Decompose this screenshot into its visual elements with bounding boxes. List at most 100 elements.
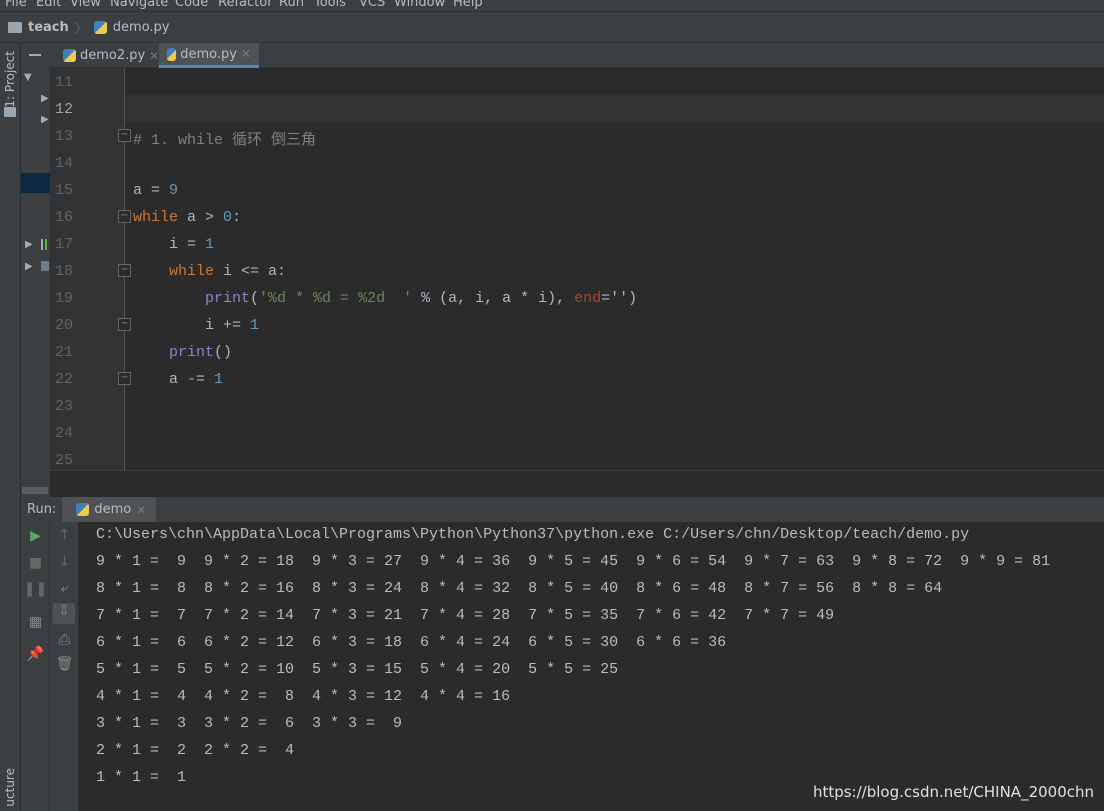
close-tab-icon[interactable]: ✕	[149, 49, 159, 63]
console-icon	[41, 261, 49, 271]
tab-demo[interactable]: demo.py ✕	[159, 43, 259, 68]
line-number: 12	[55, 101, 74, 118]
tree-expand-icon[interactable]: ▶	[41, 114, 49, 125]
breadcrumb: teach 〉 demo.py	[0, 11, 1104, 43]
code-editor[interactable]: 11 12 13 14 15 16 17 18 19 20 21 22 23 24 25 − − − − −…	[50, 68, 1104, 470]
menu-run[interactable]: Run	[279, 0, 304, 10]
line-number: 16	[55, 209, 74, 226]
menu-edit[interactable]: Edit	[36, 0, 61, 10]
line-number: 25	[55, 452, 74, 469]
fold-icon[interactable]: −	[118, 129, 131, 142]
tree-expand-icon[interactable]: ▶	[41, 93, 49, 104]
code-line-13: # 1. while 循环 倒三角	[133, 132, 317, 149]
print-icon[interactable]: ⎙	[50, 632, 79, 648]
project-panel: ▼ ▶ ▶ ▶ ▶	[21, 43, 50, 498]
python-file-icon	[63, 49, 76, 62]
trash-icon[interactable]: 🗑	[50, 656, 79, 672]
current-line-highlight	[125, 95, 1104, 122]
tab-label: demo.py	[180, 46, 237, 62]
code-line-21: print()	[133, 344, 233, 361]
line-number: 11	[55, 74, 74, 91]
line-number: 19	[55, 290, 74, 307]
tab-demo2[interactable]: demo2.py ✕	[55, 43, 167, 68]
menu-code[interactable]: Code	[175, 0, 208, 10]
breadcrumb-project[interactable]: teach	[28, 20, 69, 35]
line-number: 18	[55, 263, 74, 280]
fold-icon[interactable]: −	[118, 264, 131, 277]
code-line-18: while i <= a:	[133, 263, 287, 280]
tab-label: demo2.py	[80, 48, 146, 63]
down-arrow-icon[interactable]: ↓	[50, 554, 79, 570]
python-file-icon	[167, 47, 177, 61]
line-number: 14	[55, 155, 74, 172]
menu-vcs[interactable]: VCS	[359, 0, 385, 10]
run-toolbar-secondary: ↑ ↓ ⤶ ⇩ ⎙ 🗑	[50, 522, 79, 811]
console-output[interactable]: C:\Users\chn\AppData\Local\Programs\Pyth…	[79, 522, 1104, 811]
fold-icon[interactable]: −	[118, 318, 131, 331]
rerun-icon[interactable]: ▶	[21, 528, 50, 544]
console-output-line: 3 * 1 = 3 3 * 2 = 6 3 * 3 = 9	[96, 715, 403, 732]
line-number: 23	[55, 398, 74, 415]
python-icon	[76, 503, 90, 516]
tree-expand-icon[interactable]: ▶	[25, 239, 33, 250]
library-icon	[41, 239, 47, 250]
console-output-line: 9 * 1 = 9 9 * 2 = 18 9 * 3 = 27 9 * 4 = …	[96, 553, 1051, 570]
horizontal-scrollbar-thumb[interactable]	[22, 487, 48, 494]
line-number: 21	[55, 344, 74, 361]
console-output-line: 1 * 1 = 1	[96, 769, 187, 786]
console-output-line: 7 * 1 = 7 7 * 2 = 14 7 * 3 = 21 7 * 4 = …	[96, 607, 835, 624]
run-tab-label: demo	[94, 502, 132, 517]
editor-tabs: demo2.py ✕ demo.py ✕	[50, 43, 1104, 68]
console-output-line: 2 * 1 = 2 2 * 2 = 4	[96, 742, 295, 759]
code-line-17: i = 1	[133, 236, 215, 253]
line-number: 17	[55, 236, 74, 253]
breadcrumb-file[interactable]: demo.py	[113, 20, 170, 35]
pause-icon[interactable]: ❚❚	[21, 581, 50, 597]
close-tab-icon[interactable]: ✕	[241, 47, 251, 61]
menu-bar: File Edit View Navigate Code Refactor Run Tools…	[0, 0, 1104, 11]
close-run-tab-icon[interactable]: ✕	[136, 503, 146, 517]
menu-help[interactable]: Help	[453, 0, 483, 10]
console-output-line: 8 * 1 = 8 8 * 2 = 16 8 * 3 = 24 8 * 4 = …	[96, 580, 943, 597]
fold-icon[interactable]: −	[118, 210, 131, 223]
project-tool-button[interactable]: 1: Project	[3, 51, 17, 108]
horizontal-scrollbar-area	[50, 470, 1104, 497]
tree-expand-icon[interactable]: ▼	[24, 72, 32, 83]
code-line-16: while a > 0:	[133, 209, 242, 226]
run-tool-window-header: Run: demo ✕	[21, 497, 1104, 522]
stop-icon[interactable]: ■	[21, 555, 50, 571]
pin-icon[interactable]: 📌	[21, 646, 50, 662]
run-tab-demo[interactable]: demo ✕	[62, 497, 157, 522]
menu-navigate[interactable]: Navigate	[110, 0, 168, 10]
line-number: 15	[55, 182, 74, 199]
console-output-line: 6 * 1 = 6 6 * 2 = 12 6 * 3 = 18 6 * 4 = …	[96, 634, 727, 651]
scroll-to-end-icon[interactable]: ⇩	[53, 603, 75, 624]
line-number: 20	[55, 317, 74, 334]
structure-tool-button[interactable]: ucture	[3, 768, 17, 807]
console-output-line: 5 * 1 = 5 5 * 2 = 10 5 * 3 = 15 5 * 4 = …	[96, 661, 619, 678]
console-output-line: 4 * 1 = 4 4 * 2 = 8 4 * 3 = 12 4 * 4 = 1…	[96, 688, 511, 705]
soft-wrap-icon[interactable]: ⤶	[50, 580, 79, 596]
menu-refactor[interactable]: Refactor	[218, 0, 273, 10]
console-command-line: C:\Users\chn\AppData\Local\Programs\Pyth…	[96, 526, 970, 543]
collapse-panel-icon[interactable]	[29, 54, 41, 56]
menu-window[interactable]: Window	[394, 0, 445, 10]
code-line-19: print('%d * %d = %2d ' % (a, i, a * i), …	[133, 290, 638, 307]
tree-expand-icon[interactable]: ▶	[25, 261, 33, 272]
left-tool-stripe: 1: Project ucture	[0, 43, 21, 811]
menu-view[interactable]: View	[70, 0, 101, 10]
watermark: https://blog.csdn.net/CHINA_2000chn	[812, 783, 1094, 801]
layout-icon[interactable]: ▦	[21, 614, 50, 630]
breadcrumb-separator: 〉	[74, 21, 88, 37]
up-arrow-icon[interactable]: ↑	[50, 527, 79, 543]
code-line-20: i += 1	[133, 317, 260, 334]
run-toolbar-primary: ▶ ■ ❚❚ ▦ 📌	[21, 522, 50, 811]
fold-icon[interactable]: −	[118, 372, 131, 385]
project-folder-icon	[4, 107, 16, 117]
selected-tree-item[interactable]	[21, 173, 50, 193]
line-number: 13	[55, 128, 74, 145]
menu-file[interactable]: File	[5, 0, 27, 10]
menu-tools[interactable]: Tools	[314, 0, 346, 10]
code-line-22: a -= 1	[133, 371, 224, 388]
code-line-15: a = 9	[133, 182, 179, 199]
